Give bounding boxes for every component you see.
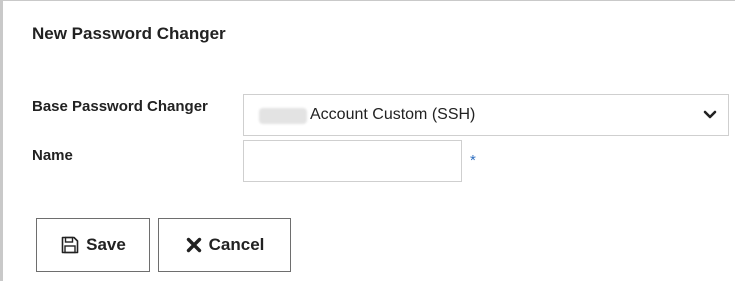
required-marker: * [470,152,476,169]
floppy-disk-icon [61,236,79,254]
new-password-changer-panel: New Password Changer Base Password Chang… [0,0,735,281]
save-button[interactable]: Save [36,218,150,272]
save-button-label: Save [86,235,126,254]
base-password-changer-value: Account Custom (SSH) [310,106,476,123]
name-input[interactable] [243,140,462,182]
page-title: New Password Changer [32,24,226,43]
cancel-button[interactable]: Cancel [158,218,291,272]
x-icon [186,237,201,253]
name-label: Name [32,147,73,164]
base-password-changer-select[interactable]: Account Custom (SSH) [243,94,729,136]
base-password-changer-label: Base Password Changer [32,98,208,115]
cancel-button-label: Cancel [208,235,265,254]
redacted-text [259,108,307,124]
chevron-down-icon [703,110,717,119]
